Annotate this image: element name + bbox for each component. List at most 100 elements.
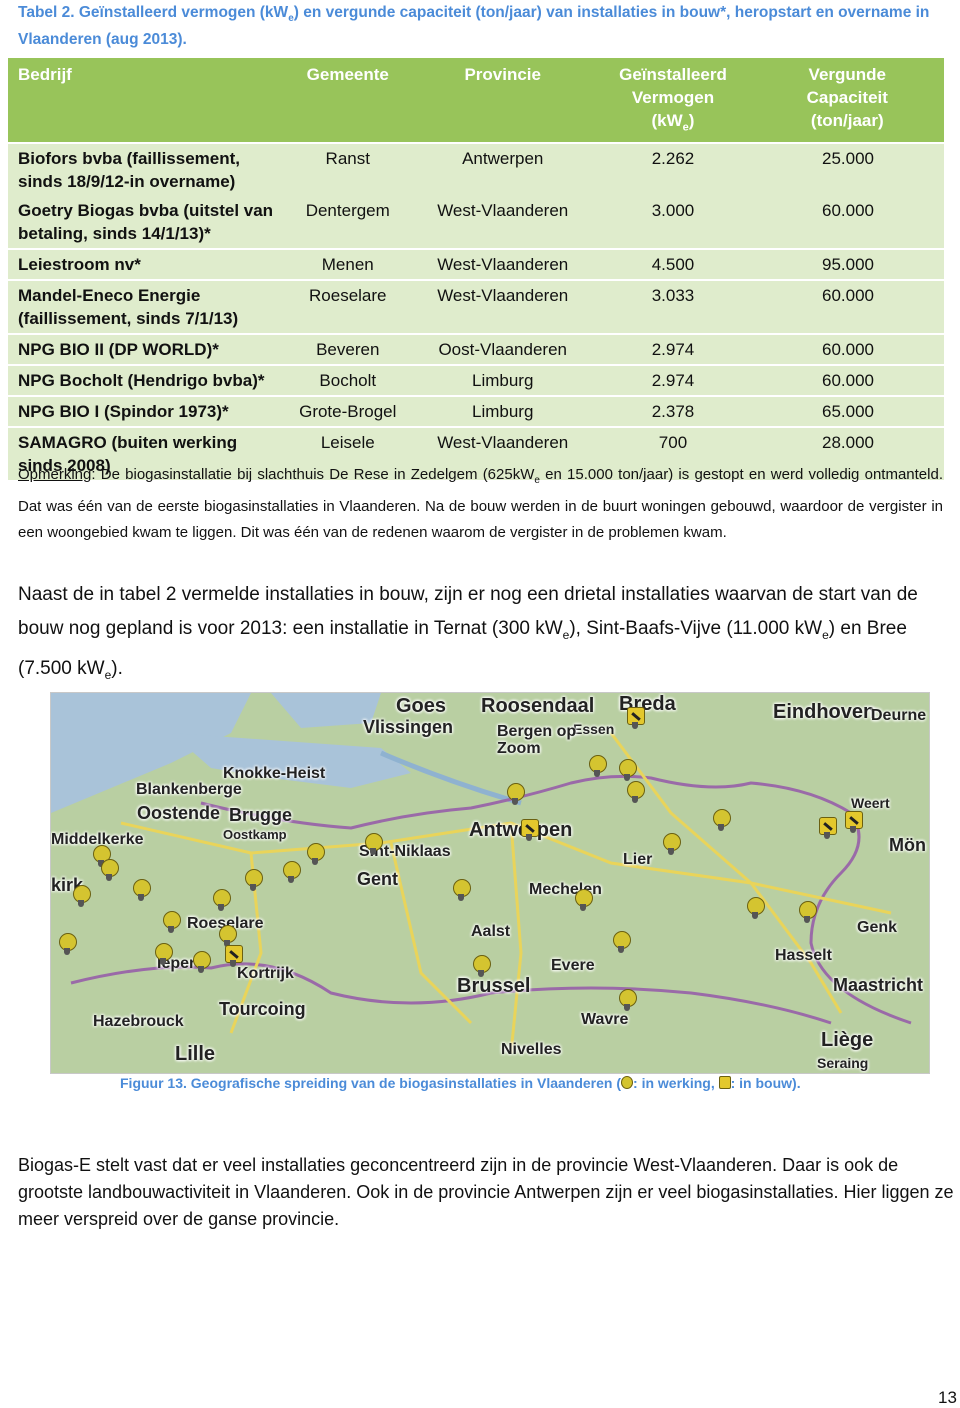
biogas-map: Goes Roosendaal Breda Vlissingen Essen B… — [50, 692, 930, 1074]
cell-vermogen: 3.000 — [595, 196, 751, 250]
city-label: Liège — [821, 1029, 874, 1051]
city-label: Brugge — [229, 805, 292, 825]
table-header-row: Bedrijf Gemeente Provincie Geïnstalleerd… — [8, 58, 944, 144]
installation-marker — [281, 861, 301, 883]
remark-paragraph: Opmerking: De biogasinstallatie bij slac… — [18, 466, 943, 541]
header-vermogen: Geïnstalleerd Vermogen (kWe) — [595, 58, 751, 144]
cell-vermogen: 2.974 — [595, 364, 751, 397]
table-row: NPG BIO II (DP WORLD)* Beveren Oost-Vlaa… — [8, 333, 944, 366]
paragraph-planned-installations: Naast de in tabel 2 vermelde installatie… — [18, 584, 918, 682]
installation-marker — [471, 955, 491, 977]
cell-bedrijf: Mandel-Eneco Energie (faillissement, sin… — [8, 279, 286, 335]
header-bedrijf: Bedrijf — [8, 58, 286, 144]
city-label: Gent — [357, 869, 399, 889]
city-label: Eindhoven — [773, 701, 876, 723]
installation-marker — [745, 897, 765, 919]
installation-marker — [711, 809, 731, 831]
city-label: Seraing — [817, 1055, 869, 1071]
installation-marker — [153, 943, 173, 965]
city-label: Nivelles — [501, 1041, 562, 1058]
cell-capaciteit: 60.000 — [750, 364, 944, 397]
installation-marker — [161, 911, 181, 933]
installation-marker — [617, 989, 637, 1011]
cell-provincie: West-Vlaanderen — [410, 248, 596, 281]
installation-marker — [797, 901, 817, 923]
city-label: Kortrijk — [237, 965, 294, 982]
installation-marker — [625, 781, 645, 803]
cell-capaciteit: 60.000 — [750, 333, 944, 366]
cell-provincie: Antwerpen — [410, 142, 596, 197]
cell-bedrijf: NPG Bocholt (Hendrigo bvba)* — [8, 364, 286, 397]
table-caption-text: Tabel 2. Geïnstalleerd vermogen (kW — [18, 4, 289, 21]
city-label: Weert — [851, 795, 890, 811]
city-label: Bergen op Zoom — [497, 723, 577, 757]
in-operation-legend-icon — [621, 1076, 634, 1089]
cell-capaciteit: 60.000 — [750, 196, 944, 250]
cell-bedrijf: Leiestroom nv* — [8, 248, 286, 281]
construction-marker — [625, 707, 645, 729]
installation-marker — [211, 889, 231, 911]
header-gemeente: Gemeente — [285, 58, 411, 144]
city-label: Hasselt — [775, 947, 832, 964]
cell-gemeente: Dentergem — [285, 196, 411, 250]
city-label: Aalst — [471, 923, 511, 940]
table-row: NPG Bocholt (Hendrigo bvba)* Bocholt Lim… — [8, 364, 944, 397]
city-label: Mön — [889, 835, 926, 855]
installation-marker — [451, 879, 471, 901]
installation-marker — [243, 869, 263, 891]
cell-capaciteit: 60.000 — [750, 279, 944, 335]
city-label: Brussel — [457, 975, 531, 997]
table-row: NPG BIO I (Spindor 1973)* Grote-Brogel L… — [8, 395, 944, 428]
construction-marker — [519, 819, 539, 841]
city-label: Lille — [175, 1043, 216, 1065]
table-row: Leiestroom nv* Menen West-Vlaanderen 4.5… — [8, 248, 944, 281]
cell-bedrijf: Goetry Biogas bvba (uitstel van betaling… — [8, 196, 286, 250]
cell-vermogen: 3.033 — [595, 279, 751, 335]
city-label: Goes — [396, 695, 447, 717]
cell-gemeente: Bocholt — [285, 364, 411, 397]
cell-vermogen: 2.378 — [595, 395, 751, 428]
cell-gemeente: Grote-Brogel — [285, 395, 411, 428]
city-label: Evere — [551, 957, 595, 974]
installation-marker — [131, 879, 151, 901]
construction-marker — [817, 817, 837, 839]
cell-gemeente: Ranst — [285, 142, 411, 197]
header-capaciteit: Vergunde Capaciteit (ton/jaar) — [750, 58, 944, 144]
table-row: Mandel-Eneco Energie (faillissement, sin… — [8, 279, 944, 335]
header-provincie: Provincie — [410, 58, 596, 144]
city-label: Hazebrouck — [93, 1013, 184, 1030]
city-label: Wavre — [581, 1011, 629, 1028]
cell-provincie: West-Vlaanderen — [410, 279, 596, 335]
cell-provincie: Limburg — [410, 395, 596, 428]
installation-marker — [363, 833, 383, 855]
construction-marker — [843, 811, 863, 833]
cell-provincie: Limburg — [410, 364, 596, 397]
cell-provincie: Oost-Vlaanderen — [410, 333, 596, 366]
cell-gemeente: Beveren — [285, 333, 411, 366]
construction-marker — [223, 945, 243, 967]
cell-provincie: West-Vlaanderen — [410, 196, 596, 250]
city-label: Oostkamp — [223, 827, 287, 842]
cell-vermogen: 4.500 — [595, 248, 751, 281]
installation-marker — [661, 833, 681, 855]
table-caption: Tabel 2. Geïnstalleerd vermogen (kWe) en… — [18, 2, 948, 50]
cell-vermogen: 2.974 — [595, 333, 751, 366]
installation-marker — [587, 755, 607, 777]
installation-marker — [57, 933, 77, 955]
paragraph-biogas-e: Biogas-E stelt vast dat er veel installa… — [18, 1155, 954, 1229]
city-label: Maastricht — [833, 975, 924, 995]
cell-gemeente: Roeselare — [285, 279, 411, 335]
figure-caption: Figuur 13. Geografische spreiding van de… — [120, 1075, 801, 1091]
cell-bedrijf: NPG BIO II (DP WORLD)* — [8, 333, 286, 366]
installation-marker — [611, 931, 631, 953]
installation-marker — [305, 843, 325, 865]
under-construction-legend-icon — [718, 1076, 731, 1089]
cell-vermogen: 2.262 — [595, 142, 751, 197]
city-label: Oostende — [137, 803, 221, 823]
city-label: Vlissingen — [363, 717, 454, 737]
cell-capaciteit: 65.000 — [750, 395, 944, 428]
installations-table: Bedrijf Gemeente Provincie Geïnstalleerd… — [8, 58, 944, 481]
table-row: Goetry Biogas bvba (uitstel van betaling… — [8, 196, 944, 250]
installation-marker — [99, 859, 119, 881]
cell-gemeente: Menen — [285, 248, 411, 281]
